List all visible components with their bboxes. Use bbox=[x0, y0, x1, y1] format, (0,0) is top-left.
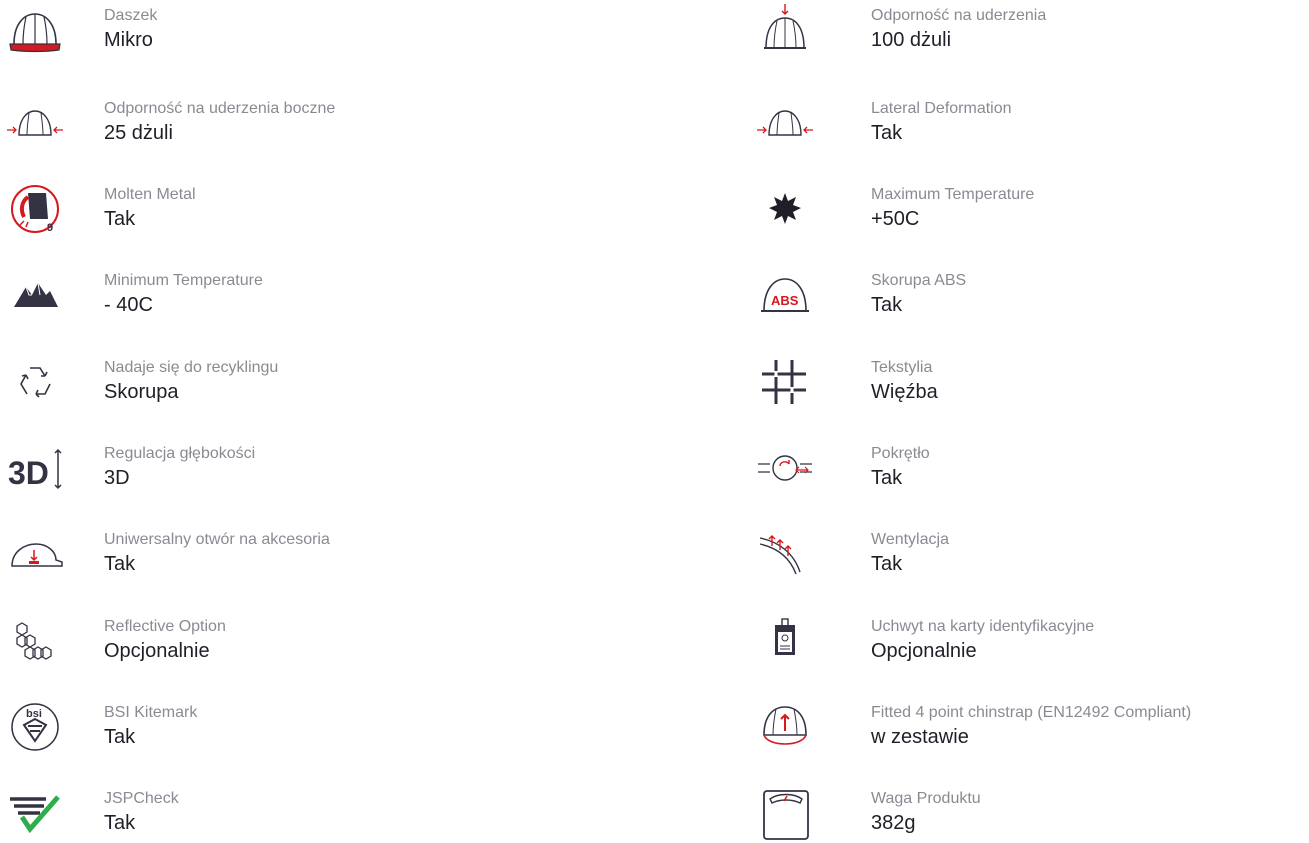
spec-value: Tak bbox=[871, 294, 903, 316]
spec-value: Skorupa bbox=[104, 381, 179, 403]
lateral-impact-icon bbox=[6, 97, 64, 149]
spec-label: Skorupa ABS bbox=[871, 272, 967, 289]
spec-item-depth: 3D Regulacja głębokości 3D bbox=[0, 438, 640, 498]
spec-value: Tak bbox=[104, 812, 136, 834]
spec-item-chinstrap: Fitted 4 point chinstrap (EN12492 Compli… bbox=[752, 697, 1309, 757]
spec-item-dial: Pokrętło Tak bbox=[752, 438, 1309, 498]
chinstrap-icon bbox=[756, 701, 814, 753]
spec-value: Tak bbox=[104, 726, 136, 748]
bsi-kitemark-icon: bsi bbox=[6, 701, 64, 753]
spec-value: 3D bbox=[104, 467, 130, 489]
spec-value: Tak bbox=[104, 553, 136, 575]
spec-label: Nadaje się do recyklingu bbox=[104, 359, 279, 376]
hard-hat-peak-icon bbox=[6, 4, 64, 56]
spec-grid: Daszek Mikro Odporność na uderzenia boczn… bbox=[0, 0, 1309, 843]
spec-label: Waga Produktu bbox=[871, 790, 981, 807]
spec-value: w zestawie bbox=[871, 726, 969, 748]
spec-value: Mikro bbox=[104, 29, 153, 51]
accessory-slot-icon bbox=[6, 528, 64, 580]
top-impact-icon bbox=[756, 4, 814, 56]
jspcheck-icon bbox=[6, 787, 64, 839]
spec-label: Odporność na uderzenia boczne bbox=[104, 100, 336, 117]
spec-item-recycle: Nadaje się do recyklingu Skorupa bbox=[0, 352, 640, 412]
spec-label: Minimum Temperature bbox=[104, 272, 263, 289]
spec-item-lateral-impact: Odporność na uderzenia boczne 25 dżuli bbox=[0, 93, 640, 153]
spec-label: Maximum Temperature bbox=[871, 186, 1035, 203]
spec-value: Opcjonalnie bbox=[104, 640, 210, 662]
spec-value: Więźba bbox=[871, 381, 938, 403]
lateral-deformation-icon bbox=[756, 97, 814, 149]
spec-value: +50C bbox=[871, 208, 920, 230]
spec-value: 382g bbox=[871, 812, 916, 834]
spec-label: Odporność na uderzenia bbox=[871, 7, 1047, 24]
mountains-icon bbox=[6, 269, 64, 321]
spec-label: Lateral Deformation bbox=[871, 100, 1012, 117]
spec-value: Tak bbox=[871, 122, 903, 144]
spec-item-jspcheck: JSPCheck Tak bbox=[0, 783, 640, 843]
spec-label: Uchwyt na karty identyfikacyjne bbox=[871, 618, 1095, 635]
spec-item-max-temp: Maximum Temperature +50C bbox=[752, 179, 1309, 239]
spec-label: Reflective Option bbox=[104, 618, 226, 635]
weight-scale-icon bbox=[756, 787, 814, 840]
spec-item-accessory-slot: Uniwersalny otwór na akcesoria Tak bbox=[0, 524, 640, 584]
molten-metal-icon: 9 bbox=[6, 183, 64, 235]
spec-label: BSI Kitemark bbox=[104, 704, 198, 721]
dial-icon bbox=[756, 442, 814, 494]
spec-label: Molten Metal bbox=[104, 186, 196, 203]
spec-value: Opcjonalnie bbox=[871, 640, 977, 662]
spec-label: Regulacja głębokości bbox=[104, 445, 256, 462]
spec-value: - 40C bbox=[104, 294, 153, 316]
ventilation-icon bbox=[756, 528, 814, 580]
spec-value: 100 dżuli bbox=[871, 29, 952, 51]
spec-value: 25 dżuli bbox=[104, 122, 173, 144]
spec-item-abs: ABS Skorupa ABS Tak bbox=[752, 265, 1309, 325]
id-card-holder-icon bbox=[756, 615, 814, 667]
spec-item-reflective: Reflective Option Opcjonalnie bbox=[0, 611, 640, 671]
sun-icon bbox=[756, 183, 814, 235]
spec-item-peak: Daszek Mikro bbox=[0, 0, 640, 60]
depth-text: 3D bbox=[8, 455, 49, 491]
spec-item-min-temp: Minimum Temperature - 40C bbox=[0, 265, 640, 325]
spec-label: Daszek bbox=[104, 7, 158, 24]
abs-shell-icon: ABS bbox=[756, 269, 814, 321]
spec-value: Tak bbox=[871, 467, 903, 489]
spec-label: Tekstylia bbox=[871, 359, 933, 376]
spec-item-top-impact: Odporność na uderzenia 100 dżuli bbox=[752, 0, 1309, 60]
spec-item-molten-metal: 9 Molten Metal Tak bbox=[0, 179, 640, 239]
spec-value: Tak bbox=[871, 553, 903, 575]
spec-value: Tak bbox=[104, 208, 136, 230]
spec-label: Uniwersalny otwór na akcesoria bbox=[104, 531, 330, 548]
spec-item-lateral-deformation: Lateral Deformation Tak bbox=[752, 93, 1309, 153]
spec-item-textile: Tekstylia Więźba bbox=[752, 352, 1309, 412]
spec-item-bsi: bsi BSI Kitemark Tak bbox=[0, 697, 640, 757]
spec-item-id-holder: Uchwyt na karty identyfikacyjne Opcjonaln… bbox=[752, 611, 1309, 671]
textile-icon bbox=[756, 356, 814, 408]
abs-text: ABS bbox=[771, 293, 799, 308]
spec-label: Wentylacja bbox=[871, 531, 949, 548]
bsi-text: bsi bbox=[26, 708, 42, 720]
molten-number: 9 bbox=[47, 222, 53, 234]
hexagons-icon bbox=[6, 615, 64, 667]
spec-item-weight: Waga Produktu 382g bbox=[752, 783, 1309, 843]
spec-label: Fitted 4 point chinstrap (EN12492 Compli… bbox=[871, 704, 1192, 721]
depth-3d-icon: 3D bbox=[6, 442, 64, 494]
recycle-icon bbox=[6, 356, 64, 408]
spec-item-ventilation: Wentylacja Tak bbox=[752, 524, 1309, 584]
spec-label: JSPCheck bbox=[104, 790, 179, 807]
spec-label: Pokrętło bbox=[871, 445, 930, 462]
